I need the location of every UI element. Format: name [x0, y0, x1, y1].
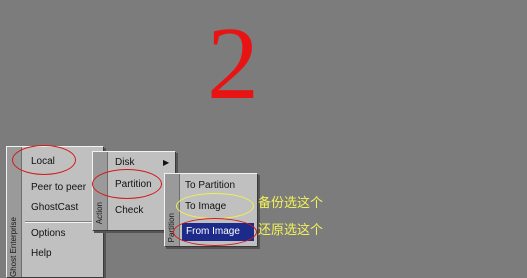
- menu-item-ghostcast[interactable]: GhostCast: [31, 199, 78, 217]
- main-menu: Ghost Enterprise Local Peer to peer Ghos…: [6, 146, 104, 278]
- menu-item-label: Peer to peer: [31, 182, 87, 193]
- submenu-item-label: To Partition: [185, 180, 236, 191]
- submenu-item-label: Check: [115, 205, 144, 216]
- partition-submenu-strip-label: Partition: [167, 212, 176, 242]
- partition-submenu-strip: Partition: [165, 174, 180, 246]
- menu-item-peer-to-peer[interactable]: Peer to peer: [31, 179, 86, 197]
- submenu-item-disk[interactable]: Disk: [115, 154, 134, 172]
- submenu-item-label: From Image: [186, 226, 240, 237]
- menu-item-options[interactable]: Options: [31, 225, 65, 243]
- chevron-right-icon: ▶: [163, 158, 170, 167]
- submenu-item-check[interactable]: Check: [115, 202, 143, 220]
- submenu-item-to-image[interactable]: To Image: [185, 198, 226, 216]
- menu-item-label: Local: [31, 156, 55, 167]
- submenu-item-to-partition[interactable]: To Partition: [185, 177, 235, 195]
- partition-submenu: Partition To Partition To Image From Ima…: [164, 173, 258, 247]
- local-submenu-strip-label: Action: [95, 201, 104, 224]
- submenu-item-label: Partition: [115, 179, 152, 190]
- submenu-item-partition[interactable]: Partition: [115, 176, 152, 194]
- submenu-item-label: Disk: [115, 157, 135, 168]
- restore-note: 还原选这个: [258, 223, 324, 238]
- submenu-item-from-image[interactable]: From Image: [182, 223, 254, 241]
- menu-item-local[interactable]: Local: [31, 153, 55, 171]
- submenu-item-label: To Image: [185, 201, 227, 212]
- local-submenu-strip: Action: [93, 152, 108, 230]
- menu-item-label: GhostCast: [31, 202, 79, 213]
- menu-item-label: Options: [31, 228, 66, 239]
- menu-item-help[interactable]: Help: [31, 245, 52, 263]
- main-menu-strip: Ghost Enterprise: [7, 147, 22, 277]
- menu-item-label: Help: [31, 248, 52, 259]
- main-menu-strip-label: Ghost Enterprise: [9, 216, 18, 277]
- step-number: 2: [207, 6, 259, 121]
- backup-note: 备份选这个: [258, 196, 324, 211]
- menu-divider: [25, 221, 99, 223]
